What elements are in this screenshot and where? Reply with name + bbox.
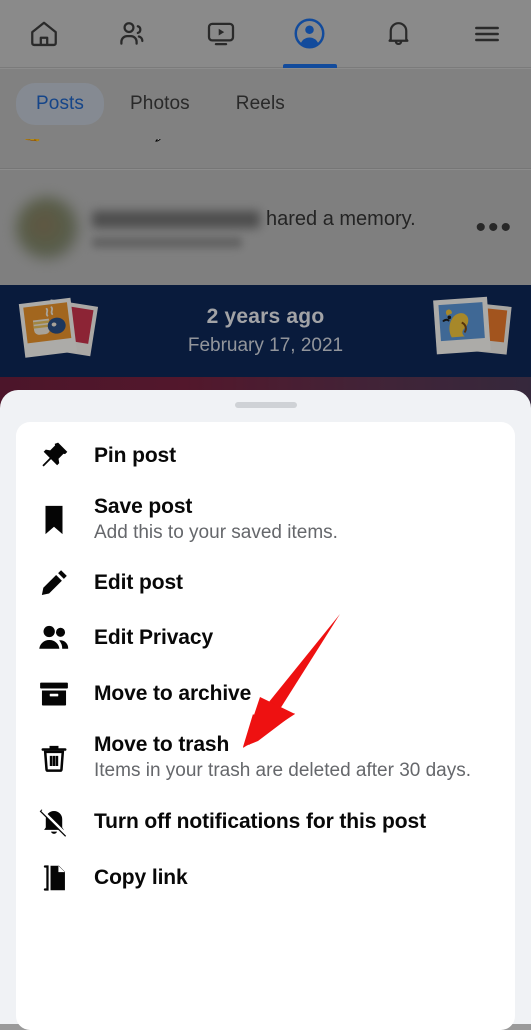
copy-link-icon xyxy=(34,861,74,895)
comment-icon-partial: 💬 xyxy=(152,139,173,143)
menu-item-title: Copy link xyxy=(94,865,188,889)
menu-item-title: Edit Privacy xyxy=(94,625,214,649)
menu-item-title: Pin post xyxy=(94,444,177,467)
post-timestamp-redacted xyxy=(92,236,242,248)
memory-text-block: 2 years ago February 17, 2021 xyxy=(188,305,343,357)
bell-icon xyxy=(383,18,414,49)
profile-tab-active-underline xyxy=(282,63,337,68)
nav-item-home[interactable] xyxy=(9,0,79,68)
menu-item-text: Edit post xyxy=(94,571,183,595)
tab-posts[interactable]: Posts xyxy=(16,83,105,125)
menu-item-title: Turn off notifications for this post xyxy=(94,809,426,833)
nav-item-friends[interactable] xyxy=(98,0,168,68)
menu-item-title: Move to trash xyxy=(94,732,230,756)
post-options-menu: Pin post Save post Add this to your save… xyxy=(16,422,515,1030)
tab-photos[interactable]: Photos xyxy=(110,83,210,125)
bookmark-icon xyxy=(34,503,74,537)
menu-item-edit-privacy[interactable]: Edit Privacy xyxy=(16,610,515,666)
menu-item-edit-post[interactable]: Edit post xyxy=(16,556,515,610)
menu-item-save-post[interactable]: Save post Add this to your saved items. xyxy=(16,484,515,556)
menu-item-text: Turn off notifications for this post xyxy=(94,810,426,834)
profile-tab-bar: Posts Photos Reels xyxy=(0,69,531,139)
memory-banner: 2 years ago February 17, 2021 xyxy=(0,285,531,377)
avatar[interactable] xyxy=(16,196,78,259)
menu-item-copy-link[interactable]: Copy link xyxy=(16,850,515,906)
top-navigation-bar xyxy=(0,0,531,68)
menu-item-turn-off-notifications[interactable]: Turn off notifications for this post xyxy=(16,794,515,850)
memory-title: 2 years ago xyxy=(206,305,325,328)
nav-item-notifications[interactable] xyxy=(363,0,433,68)
menu-item-pin-post[interactable]: Pin post xyxy=(16,428,515,484)
pencil-icon xyxy=(34,567,74,599)
memory-date: February 17, 2021 xyxy=(187,335,344,356)
post-overflow-menu-button[interactable]: ••• xyxy=(475,212,513,242)
profile-icon xyxy=(293,17,326,50)
share-icon-partial: ➦ xyxy=(300,139,314,143)
archive-box-icon xyxy=(34,677,74,711)
menu-item-title: Save post xyxy=(94,495,193,518)
hamburger-menu-icon xyxy=(471,18,503,50)
bell-slash-icon xyxy=(34,805,74,839)
menu-item-text: Move to trash Items in your trash are de… xyxy=(94,733,471,783)
like-icon-partial: 👍 xyxy=(22,139,43,143)
post-header: hared a memory. ••• xyxy=(0,170,531,285)
nav-item-profile[interactable] xyxy=(275,0,345,68)
photo-stack-coffee-icon xyxy=(16,295,102,368)
video-icon xyxy=(205,18,237,50)
menu-item-title: Move to archive xyxy=(94,681,252,705)
menu-item-text: Move to archive xyxy=(94,682,251,706)
photo-stack-dog-icon xyxy=(431,295,515,368)
menu-item-text: Pin post xyxy=(94,444,176,468)
menu-item-subtitle: Items in your trash are deleted after 30… xyxy=(94,759,472,781)
menu-item-text: Edit Privacy xyxy=(94,626,213,650)
post-byline: hared a memory. xyxy=(92,208,416,248)
home-icon xyxy=(28,18,60,50)
nav-item-video[interactable] xyxy=(186,0,256,68)
nav-item-menu[interactable] xyxy=(452,0,522,68)
post-action-text: hared a memory. xyxy=(266,207,416,230)
menu-item-text: Save post Add this to your saved items. xyxy=(94,495,338,545)
pin-icon xyxy=(34,439,74,473)
post-action-row-partial: 👍 💬 ➦ ➤ xyxy=(0,139,531,169)
trash-icon xyxy=(34,741,74,775)
menu-item-move-to-archive[interactable]: Move to archive xyxy=(16,666,515,722)
friends-icon xyxy=(117,18,149,50)
menu-item-move-to-trash[interactable]: Move to trash Items in your trash are de… xyxy=(16,722,515,794)
post-author-name-redacted xyxy=(92,210,260,228)
drag-handle[interactable] xyxy=(234,402,297,408)
send-icon-partial: ➤ xyxy=(435,139,449,143)
menu-item-title: Edit post xyxy=(94,570,183,594)
people-icon xyxy=(34,621,74,655)
menu-item-subtitle: Add this to your saved items. xyxy=(94,522,338,543)
menu-item-text: Copy link xyxy=(94,866,188,890)
tab-reels[interactable]: Reels xyxy=(216,83,305,125)
post-options-bottom-sheet: Pin post Save post Add this to your save… xyxy=(0,390,531,1030)
